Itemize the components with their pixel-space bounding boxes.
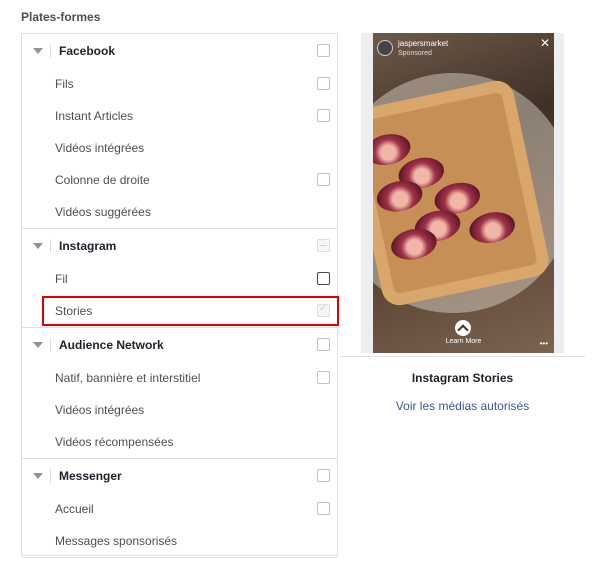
close-icon: ✕	[539, 36, 550, 50]
group-label: Messenger	[59, 469, 122, 483]
story-account: jaspersmarket Sponsored	[398, 39, 448, 58]
checkbox-audience-network[interactable]	[317, 338, 330, 351]
preview-divider	[340, 356, 585, 357]
divider	[50, 469, 51, 483]
placement-row: Vidéos intégrées	[22, 394, 337, 426]
group-header-facebook[interactable]: Facebook	[22, 34, 337, 68]
placement-row-stories: Stories	[22, 295, 337, 327]
fig-slice	[466, 208, 518, 248]
group-label: Instagram	[59, 239, 117, 253]
checkbox-stories	[317, 303, 330, 317]
group-header-instagram[interactable]: Instagram	[22, 229, 337, 263]
placement-row[interactable]: Natif, bannière et interstitiel	[22, 362, 337, 394]
group-facebook: Facebook Fils Instant Articles Vidéos in…	[22, 34, 337, 229]
placement-row: Vidéos suggérées	[22, 196, 337, 228]
placement-label: Vidéos récompensées	[55, 435, 174, 449]
placements-panel: Facebook Fils Instant Articles Vidéos in…	[21, 33, 339, 558]
caret-down-icon[interactable]	[33, 48, 43, 54]
caret-down-icon[interactable]	[33, 473, 43, 479]
divider	[50, 44, 51, 58]
ad-preview: jaspersmarket Sponsored ✕ Learn More •••	[361, 33, 564, 353]
chevron-up-icon	[455, 320, 471, 336]
view-allowed-media-link[interactable]: Voir les médias autorisés	[340, 399, 585, 413]
divider	[50, 338, 51, 352]
story-preview-image: jaspersmarket Sponsored ✕ Learn More •••	[373, 33, 554, 353]
placement-row[interactable]: Fil	[22, 263, 337, 295]
placement-label: Messages sponsorisés	[55, 534, 178, 548]
checkbox-messenger[interactable]	[317, 469, 330, 482]
placement-label: Fil	[55, 272, 68, 286]
section-title: Plates-formes	[21, 10, 101, 24]
placement-row[interactable]: Colonne de droite	[22, 164, 337, 196]
placement-label: Vidéos intégrées	[55, 403, 145, 417]
group-label: Facebook	[59, 44, 116, 58]
checkbox-placement[interactable]	[317, 272, 330, 285]
checkbox-placement[interactable]	[317, 173, 330, 186]
checkbox-instagram	[317, 239, 330, 252]
avatar	[377, 40, 393, 56]
account-name: jaspersmarket	[398, 38, 449, 48]
checkbox-placement[interactable]	[317, 109, 330, 122]
cta-label: Learn More	[445, 338, 482, 345]
placement-label: Fils	[55, 77, 74, 91]
checkbox-placement[interactable]	[317, 77, 330, 90]
placement-label: Stories	[55, 304, 93, 318]
placement-row: Messages sponsorisés	[22, 525, 337, 557]
caret-down-icon[interactable]	[33, 342, 43, 348]
placement-row[interactable]: Instant Articles	[22, 100, 337, 132]
placement-row[interactable]: Accueil	[22, 493, 337, 525]
group-label: Audience Network	[59, 338, 164, 352]
placement-label: Accueil	[55, 502, 94, 516]
group-instagram: Instagram Fil Stories	[22, 229, 337, 328]
group-header-audience-network[interactable]: Audience Network	[22, 328, 337, 362]
placement-row: Vidéos récompensées	[22, 426, 337, 458]
placement-row[interactable]: Fils	[22, 68, 337, 100]
checkbox-placement[interactable]	[317, 502, 330, 515]
placement-label: Vidéos intégrées	[55, 141, 145, 155]
placement-label: Colonne de droite	[55, 173, 150, 187]
placement-row: Vidéos intégrées	[22, 132, 337, 164]
group-audience-network: Audience Network Natif, bannière et inte…	[22, 328, 337, 459]
group-header-messenger[interactable]: Messenger	[22, 459, 337, 493]
ellipsis-icon: •••	[539, 339, 548, 348]
placement-label: Vidéos suggérées	[55, 205, 151, 219]
story-header: jaspersmarket Sponsored	[377, 37, 550, 59]
checkbox-facebook[interactable]	[317, 44, 330, 57]
checkbox-placement[interactable]	[317, 371, 330, 384]
placement-label: Natif, bannière et interstitiel	[55, 371, 201, 385]
caret-down-icon[interactable]	[33, 243, 43, 249]
placement-label: Instant Articles	[55, 109, 134, 123]
account-sub: Sponsored	[398, 49, 432, 57]
divider	[50, 239, 51, 253]
group-messenger: Messenger Accueil Messages sponsorisés	[22, 459, 337, 558]
preview-caption: Instagram Stories	[411, 371, 514, 385]
